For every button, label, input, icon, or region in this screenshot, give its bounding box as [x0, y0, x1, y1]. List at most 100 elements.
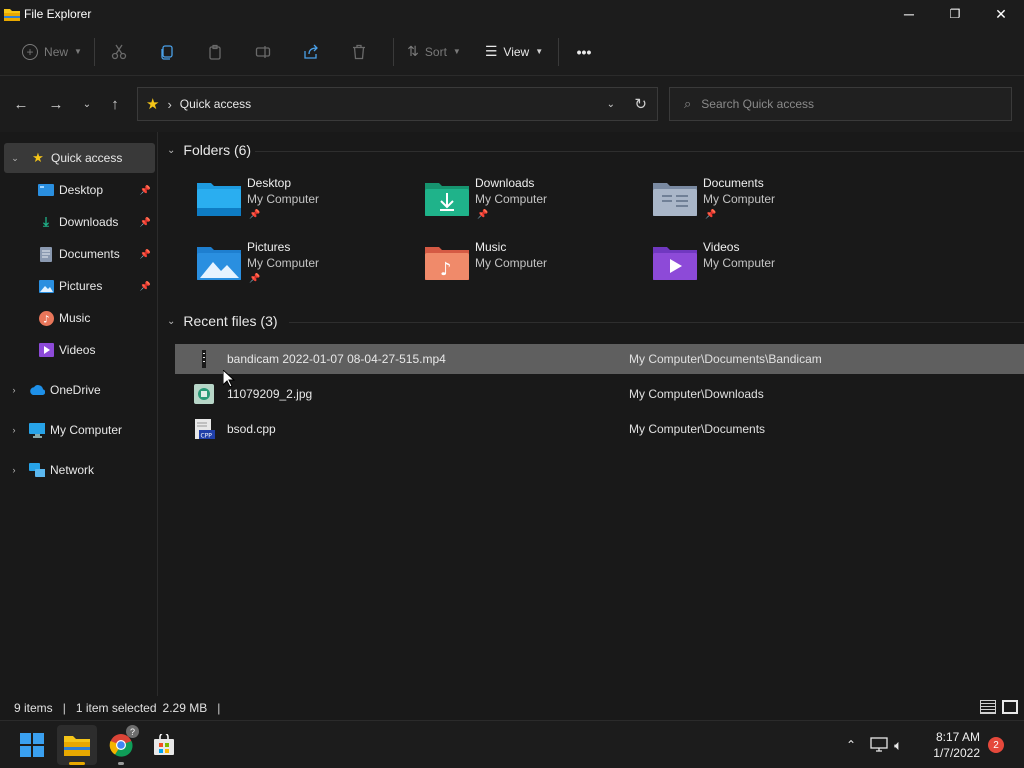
- copy-icon: [161, 44, 173, 60]
- network-icon: [29, 462, 45, 478]
- sidebar-item-downloads[interactable]: ⤓ Downloads 📌: [0, 207, 157, 237]
- taskbar: ? ⌃ 🔈︎ 8:17 AM 1/7/2022 2: [0, 720, 1024, 768]
- sidebar-item-my-computer[interactable]: › My Computer: [0, 415, 157, 445]
- taskbar-file-explorer[interactable]: [57, 725, 97, 765]
- delete-button[interactable]: [335, 36, 383, 68]
- recent-locations-button[interactable]: ⌄: [77, 94, 97, 114]
- network-status-icon[interactable]: [870, 736, 888, 755]
- svg-text:♪: ♪: [440, 259, 452, 280]
- forward-button[interactable]: →: [46, 94, 66, 114]
- address-dropdown-icon[interactable]: ⌄: [607, 99, 615, 110]
- file-name: 11079209_2.jpg: [227, 387, 313, 401]
- breadcrumb-quick-access[interactable]: Quick access: [180, 97, 251, 111]
- sidebar-item-label: Music: [59, 311, 91, 325]
- taskbar-store[interactable]: [144, 725, 184, 765]
- folder-tile-music[interactable]: ♪ Music My Computer: [425, 240, 645, 296]
- running-indicator: [118, 762, 124, 765]
- chevron-down-icon: ▼: [74, 47, 82, 56]
- show-hidden-icons-icon[interactable]: ⌃: [846, 738, 856, 752]
- more-options-button[interactable]: •••: [559, 36, 609, 68]
- cut-button[interactable]: [95, 36, 143, 68]
- refresh-icon[interactable]: ↻: [634, 95, 647, 113]
- folder-tile-pictures[interactable]: Pictures My Computer 📌: [197, 240, 417, 296]
- sidebar-item-label: Desktop: [59, 183, 104, 197]
- status-bar: 9 items | 1 item selected 2.29 MB |: [0, 696, 1024, 720]
- recent-section-header[interactable]: ⌄ Recent files (3): [167, 313, 278, 329]
- new-button[interactable]: + New ▼: [18, 36, 86, 68]
- address-row: ← → ⌄ ↑ ★ › Quick access ⌄ ↻ ⌕: [0, 76, 1024, 132]
- file-name: bsod.cpp: [227, 422, 276, 436]
- folder-tile-documents[interactable]: Documents My Computer 📌: [653, 176, 873, 232]
- search-input[interactable]: [701, 97, 992, 111]
- list-item[interactable]: bandicam 2022-01-07 08-04-27-515.mp4 My …: [175, 344, 1024, 374]
- back-button[interactable]: ←: [11, 94, 31, 114]
- chevron-right-icon[interactable]: ›: [9, 385, 19, 395]
- view-list-icon: ☰: [484, 43, 498, 59]
- command-bar: + New ▼ ⇅ Sort ▼ ☰ View ▼ •••: [0, 28, 1024, 76]
- start-button[interactable]: [12, 725, 52, 765]
- paste-button[interactable]: [191, 36, 239, 68]
- folders-section-header[interactable]: ⌄ Folders (6): [167, 142, 251, 158]
- downloads-folder-icon: [425, 183, 469, 216]
- sidebar-item-quick-access[interactable]: ⌄ ★ Quick access: [4, 143, 155, 173]
- sidebar-item-network[interactable]: › Network: [0, 455, 157, 485]
- chevron-down-icon[interactable]: ⌄: [10, 153, 20, 164]
- up-button[interactable]: ↑: [105, 94, 125, 114]
- desktop-folder-icon: [197, 183, 241, 216]
- folder-location: My Computer: [475, 192, 548, 206]
- chrome-badge: ?: [126, 725, 139, 738]
- pin-icon: 📌: [477, 209, 489, 219]
- clipboard-icon: [209, 44, 221, 60]
- desktop-icon: [38, 182, 54, 198]
- large-icons-view-icon[interactable]: [1002, 700, 1018, 714]
- sidebar-item-desktop[interactable]: Desktop 📌: [0, 175, 157, 205]
- title-bar: File Explorer ─ ❐ ✕: [0, 0, 1024, 28]
- pin-icon: 📌: [139, 184, 151, 195]
- volume-icon[interactable]: 🔈︎: [894, 737, 902, 754]
- sidebar-item-videos[interactable]: Videos: [0, 335, 157, 365]
- search-box[interactable]: ⌕: [669, 87, 1012, 121]
- restore-button[interactable]: ❐: [932, 0, 978, 28]
- notification-badge[interactable]: 2: [988, 737, 1004, 753]
- video-file-icon: [202, 350, 206, 368]
- rename-button[interactable]: [239, 36, 287, 68]
- copy-button[interactable]: [143, 36, 191, 68]
- computer-icon: [29, 422, 45, 438]
- minimize-button[interactable]: ─: [886, 0, 932, 28]
- sidebar-item-documents[interactable]: Documents 📌: [0, 239, 157, 269]
- share-button[interactable]: [287, 36, 335, 68]
- sort-button[interactable]: ⇅ Sort ▼: [394, 36, 474, 68]
- close-button[interactable]: ✕: [978, 0, 1024, 28]
- system-clock[interactable]: 8:17 AM 1/7/2022: [933, 729, 980, 761]
- chevron-right-icon[interactable]: ›: [9, 425, 19, 435]
- list-item[interactable]: CPP bsod.cpp My Computer\Documents: [175, 414, 1024, 444]
- windows-logo-icon: [20, 733, 44, 757]
- list-item[interactable]: 11079209_2.jpg My Computer\Downloads: [175, 379, 1024, 409]
- more-icon: •••: [576, 43, 592, 60]
- navigation-pane: ⌄ ★ Quick access Desktop 📌 ⤓ Downloads 📌…: [0, 132, 158, 696]
- sidebar-item-pictures[interactable]: Pictures 📌: [0, 271, 157, 301]
- selection-count: 1 item selected: [75, 701, 157, 715]
- view-button[interactable]: ☰ View ▼: [474, 36, 554, 68]
- folder-tile-downloads[interactable]: Downloads My Computer 📌: [425, 176, 645, 232]
- chevron-down-icon: ⌄: [167, 144, 176, 156]
- pin-icon: 📌: [139, 280, 151, 291]
- status-separator: |: [62, 701, 66, 715]
- document-icon: [38, 246, 54, 262]
- address-bar[interactable]: ★ › Quick access ⌄ ↻: [137, 87, 658, 121]
- sidebar-item-music[interactable]: ♪ Music: [0, 303, 157, 333]
- folder-tile-desktop[interactable]: Desktop My Computer 📌: [197, 176, 417, 232]
- mouse-cursor-icon: [223, 370, 235, 388]
- documents-folder-icon: [653, 183, 697, 216]
- pin-icon: 📌: [249, 273, 261, 283]
- folder-name: Pictures: [247, 240, 291, 254]
- details-view-icon[interactable]: [980, 700, 996, 714]
- taskbar-chrome[interactable]: ?: [101, 725, 141, 765]
- folder-tile-videos[interactable]: Videos My Computer: [653, 240, 873, 296]
- sidebar-item-label: Videos: [59, 343, 96, 357]
- window-title: File Explorer: [24, 7, 92, 21]
- chevron-right-icon[interactable]: ›: [9, 465, 19, 475]
- status-separator: |: [217, 701, 221, 715]
- music-folder-icon: ♪: [425, 247, 469, 280]
- sidebar-item-onedrive[interactable]: › OneDrive: [0, 375, 157, 405]
